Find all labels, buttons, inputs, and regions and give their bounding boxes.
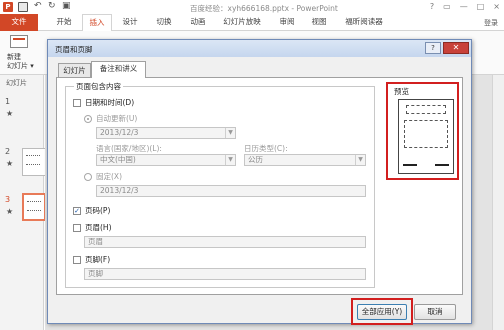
save-icon[interactable]	[18, 2, 28, 12]
chevron-down-icon: ▼	[225, 155, 235, 165]
fixed-date-label: 固定(X)	[96, 172, 122, 181]
dialog-close-button[interactable]: ✕	[443, 42, 469, 54]
auto-update-label: 自动更新(U)	[96, 114, 138, 123]
slide-thumbnail-selected[interactable]	[22, 193, 46, 221]
cancel-button[interactable]: 取消	[414, 304, 456, 320]
ribbon-display-icon[interactable]: ▭	[443, 2, 451, 11]
chevron-down-icon: ▼	[225, 128, 235, 138]
language-value: 中文(中国)	[100, 155, 136, 164]
tab-notes-handouts[interactable]: 备注和讲义	[91, 61, 146, 78]
datetime-row: 日期和时间(D)	[73, 97, 134, 108]
new-slide-button[interactable]: 新建 幻灯片 ▾	[7, 53, 37, 71]
page-content-group: 页面包含内容 日期和时间(D) 自动更新(U) 2013/12/3 ▼ 语言(国…	[65, 81, 375, 288]
preview-highlight-box	[386, 82, 459, 180]
new-slide-icon[interactable]	[10, 35, 28, 48]
thumbnail-pane-header: 幻灯片	[6, 79, 27, 87]
minimize-icon[interactable]: —	[460, 2, 468, 11]
slide-number: 2	[5, 147, 11, 156]
language-label: 语言(国家/地区)(L):	[96, 144, 162, 153]
close-window-icon[interactable]: ×	[493, 2, 500, 11]
tab-file[interactable]: 文件	[0, 14, 38, 31]
document-title: 百度经验：xyh666168.pptx - PowerPoint	[190, 4, 338, 13]
fixed-date-radio[interactable]	[84, 172, 92, 181]
header-checkbox[interactable]	[73, 223, 81, 232]
auto-update-row: 自动更新(U)	[84, 113, 137, 124]
slide-animation-star-icon: ★	[6, 207, 14, 216]
footer-checkbox[interactable]	[73, 255, 81, 264]
window-controls: ? ▭ — □ ×	[430, 2, 500, 11]
tab-insert[interactable]: 插入	[82, 14, 112, 32]
datetime-checkbox[interactable]	[73, 98, 81, 107]
footer-text-input[interactable]: 页脚	[84, 268, 366, 280]
fixed-date-row: 固定(X)	[84, 171, 122, 182]
calendar-type-label: 日历类型(C):	[244, 144, 288, 153]
dialog-title: 页眉和页脚	[55, 45, 93, 54]
apply-button-highlight-box	[351, 298, 413, 325]
tab-animations[interactable]: 动画	[184, 14, 212, 31]
redo-icon[interactable]: ↻	[48, 2, 58, 12]
undo-icon[interactable]: ↶	[34, 2, 44, 12]
footer-label: 页脚(F)	[85, 255, 111, 264]
footer-row: 页脚(F)	[73, 254, 110, 265]
calendar-type-select[interactable]: 公历 ▼	[244, 154, 366, 166]
auto-update-radio[interactable]	[84, 114, 92, 123]
tab-review[interactable]: 审阅	[274, 14, 300, 31]
header-label: 页眉(H)	[85, 223, 112, 232]
maximize-icon[interactable]: □	[477, 2, 485, 11]
page-number-checkbox[interactable]: ✓	[73, 206, 81, 215]
tab-transitions[interactable]: 切换	[150, 14, 178, 31]
header-footer-dialog: 页眉和页脚 ? ✕ 幻灯片 备注和讲义 页面包含内容 日期和时间(D) 自动更新…	[47, 39, 472, 325]
tab-home[interactable]: 开始	[48, 14, 80, 31]
tab-panel: 页面包含内容 日期和时间(D) 自动更新(U) 2013/12/3 ▼ 语言(国…	[56, 77, 463, 295]
datetime-label: 日期和时间(D)	[85, 98, 135, 107]
help-icon[interactable]: ?	[430, 2, 434, 11]
ribbon-tab-bar: 文件 开始 插入 设计 切换 动画 幻灯片放映 审阅 视图 福昕阅读器 登录	[0, 14, 504, 32]
powerpoint-app-icon: P	[3, 2, 13, 12]
vertical-scrollbar[interactable]	[492, 75, 504, 330]
slide-thumbnail[interactable]	[22, 148, 46, 176]
tab-foxit-reader[interactable]: 福昕阅读器	[340, 14, 388, 31]
calendar-type-value: 公历	[248, 155, 263, 164]
tab-design[interactable]: 设计	[116, 14, 144, 31]
slide-number: 3	[5, 195, 11, 204]
chevron-down-icon: ▼	[355, 155, 365, 165]
slide-thumbnail-pane: 幻灯片 1 ★ 2 ★ 3 ★	[0, 75, 46, 330]
tab-slide[interactable]: 幻灯片	[58, 63, 91, 77]
fixed-date-input[interactable]: 2013/12/3	[96, 185, 366, 197]
header-row: 页眉(H)	[73, 222, 112, 233]
page-number-label: 页码(P)	[85, 206, 111, 215]
dialog-title-bar[interactable]: 页眉和页脚 ? ✕	[48, 40, 471, 57]
auto-update-date-select[interactable]: 2013/12/3 ▼	[96, 127, 236, 139]
language-select[interactable]: 中文(中国) ▼	[96, 154, 236, 166]
dialog-help-button[interactable]: ?	[425, 42, 441, 54]
title-bar: P ↶ ↻ ▣ 百度经验：xyh666168.pptx - PowerPoint…	[0, 0, 504, 14]
header-text-input[interactable]: 页眉	[84, 236, 366, 248]
group-label: 页面包含内容	[74, 81, 123, 92]
page-number-row: ✓ 页码(P)	[73, 205, 110, 216]
tab-view[interactable]: 视图	[306, 14, 332, 31]
tab-slideshow[interactable]: 幻灯片放映	[218, 14, 266, 31]
slide-number: 1	[5, 97, 11, 106]
slide-animation-star-icon: ★	[6, 109, 14, 118]
auto-update-date-value: 2013/12/3	[100, 128, 139, 137]
user-login[interactable]: 登录	[484, 18, 498, 28]
start-presentation-icon[interactable]: ▣	[62, 2, 72, 12]
slide-animation-star-icon: ★	[6, 159, 14, 168]
